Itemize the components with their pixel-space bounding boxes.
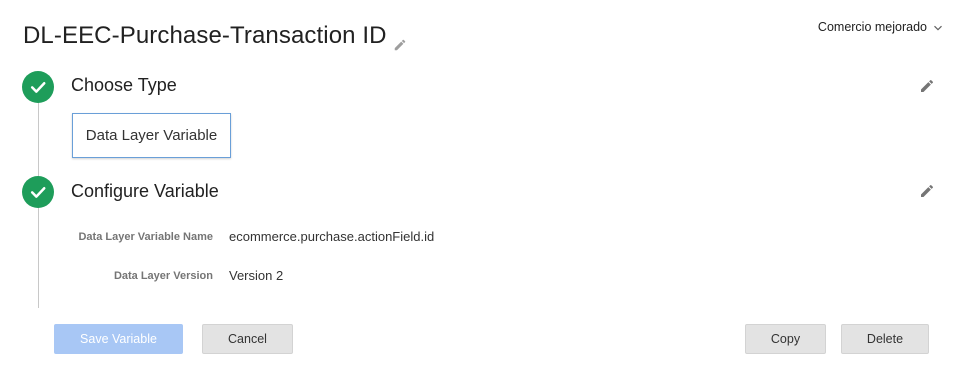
step-configure-variable-title: Configure Variable [71,181,219,201]
check-icon [30,82,46,93]
data-layer-variable-name-value: ecommerce.purchase.actionField.id [229,229,435,244]
pencil-icon[interactable] [919,78,935,94]
variable-editor: DL-EEC-Purchase-Transaction ID Comercio … [0,0,965,372]
step-choose-type-check [22,71,54,103]
workspace-selector[interactable]: Comercio mejorado [818,20,943,34]
pencil-icon[interactable] [393,31,407,50]
workspace-label: Comercio mejorado [817,20,927,34]
page-title: DL-EEC-Purchase-Transaction ID [23,22,407,50]
save-variable-button[interactable]: Save Variable [54,324,183,354]
chevron-down-icon [933,22,943,32]
variable-name[interactable]: DL-EEC-Purchase-Transaction ID [23,22,387,50]
cancel-button[interactable]: Cancel [202,324,293,354]
data-layer-version-value: Version 2 [229,268,284,283]
variable-type-chip[interactable]: Data Layer Variable [72,113,231,158]
data-layer-version-label: Data Layer Version [113,270,213,282]
step-choose-type-title: Choose Type [71,75,177,95]
step-configure-variable-check [22,176,54,208]
copy-button[interactable]: Copy [745,324,826,354]
data-layer-variable-name-label: Data Layer Variable Name [78,231,213,243]
delete-button[interactable]: Delete [841,324,929,354]
check-icon [30,187,46,198]
pencil-icon[interactable] [919,183,935,199]
